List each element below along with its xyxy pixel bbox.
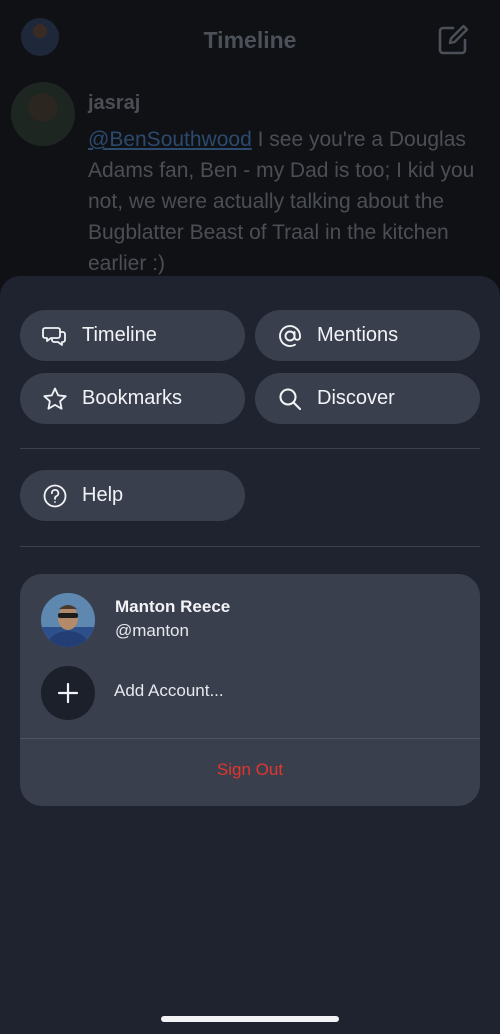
account-avatar[interactable] [41, 593, 95, 647]
compose-icon[interactable] [436, 23, 470, 57]
question-circle-icon [42, 483, 68, 509]
bookmarks-label: Bookmarks [82, 387, 183, 409]
chat-bubbles-icon [42, 323, 68, 349]
page-title: Timeline [203, 27, 297, 53]
post-text: @BenSouthwood I see you're a Douglas Ada… [88, 124, 478, 279]
sign-out-button[interactable]: Sign Out [20, 760, 480, 780]
discover-button[interactable]: Discover [255, 373, 480, 424]
account-handle: @manton [115, 621, 189, 640]
navigation-bar: Timeline [0, 0, 500, 80]
section-divider [20, 546, 480, 547]
add-account-button[interactable] [41, 666, 95, 720]
menu-sheet: Timeline Mentions Bookmarks Discover Hel… [0, 276, 500, 1034]
home-indicator [161, 1016, 339, 1022]
help-button[interactable]: Help [20, 470, 245, 521]
post-username[interactable]: jasraj [88, 92, 140, 115]
timeline-label: Timeline [82, 324, 157, 346]
section-divider [20, 448, 480, 449]
plus-icon [57, 682, 79, 704]
discover-label: Discover [317, 387, 395, 409]
card-divider [20, 738, 480, 739]
account-name: Manton Reece [115, 597, 231, 616]
search-icon [277, 386, 303, 412]
account-card: Manton Reece @manton Add Account... Sign… [20, 574, 480, 806]
post-author-avatar[interactable] [11, 82, 75, 146]
help-label: Help [82, 484, 124, 506]
add-account-label[interactable]: Add Account... [114, 681, 224, 701]
bookmarks-button[interactable]: Bookmarks [20, 373, 245, 424]
star-icon [42, 386, 68, 412]
mentions-button[interactable]: Mentions [255, 310, 480, 361]
at-sign-icon [277, 323, 303, 349]
timeline-button[interactable]: Timeline [20, 310, 245, 361]
mention-link[interactable]: @BenSouthwood [88, 128, 252, 151]
mentions-label: Mentions [317, 324, 399, 346]
